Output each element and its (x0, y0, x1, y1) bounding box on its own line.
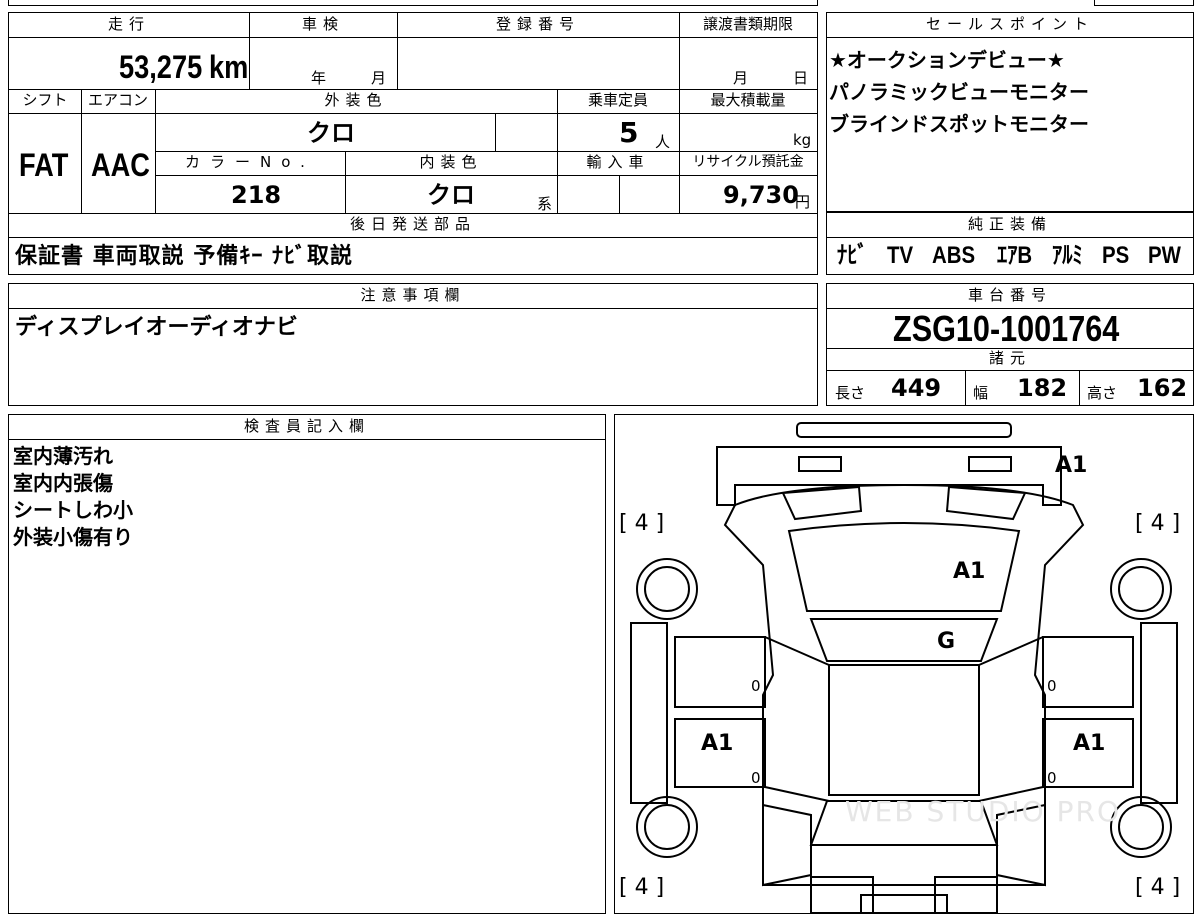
damage-mark-windshield: G (937, 629, 956, 654)
length-label: 長さ (835, 384, 866, 402)
shift-value: FAT (19, 147, 69, 183)
damage-mark-left-door: A1 (701, 731, 734, 756)
interior-color-value: クロ (427, 181, 475, 209)
interior-color-header: 内装色 (419, 153, 483, 171)
inspection-header: 車検 (301, 15, 344, 33)
shift-header: シフト (22, 91, 68, 109)
chassis-number: ZSG10-1001764 (893, 308, 1120, 349)
damage-diagram-box: [ 4 ] [ 4 ] [ 4 ] [ 4 ] A1 A1 G A1 A1 0 … (614, 414, 1194, 914)
sales-point-3: ブラインドスポットモニター (829, 112, 1089, 136)
capacity-value: 5 (619, 116, 639, 149)
sales-point-2: パノラミックビューモニター (829, 80, 1089, 104)
registration-header: 登録番号 (495, 15, 580, 33)
notes-box: 注意事項欄 ディスプレイオーディオナビ (8, 283, 818, 406)
equipment-item: TV (887, 242, 914, 269)
spec-header: 諸元 (988, 349, 1031, 367)
aircon-header: エアコン (87, 91, 148, 109)
aircon-value: AAC (91, 147, 150, 183)
sales-point-1: ★オークションデビュー★ (829, 48, 1065, 72)
interior-color-suffix: 系 (537, 195, 553, 213)
watermark: WEB STUDIO PRO (845, 795, 1121, 828)
length-value: 449 (891, 374, 942, 402)
later-parts-value: 保証書 車両取説 予備ｷｰ ﾅﾋﾞ取説 (15, 244, 353, 269)
mileage-header: 走行 (107, 15, 150, 33)
equipment-list: ﾅﾋﾞ TV ABS ｴｱB ｱﾙﾐ PS PW (837, 241, 1187, 271)
damage-mark-right-door: A1 (1073, 731, 1106, 756)
inspector-line-1: 室内薄汚れ (13, 444, 113, 468)
later-parts-header: 後日発送部品 (349, 215, 476, 233)
mileage-value: 53,275 (119, 49, 203, 85)
sales-points-box: セールスポイント ★オークションデビュー★ パノラミックビューモニター ブライン… (826, 12, 1194, 212)
color-no-value: 218 (231, 181, 282, 209)
equipment-item: ABS (931, 242, 975, 269)
height-label: 高さ (1087, 384, 1118, 402)
transfer-month-unit: 月 (733, 69, 749, 87)
equipment-header: 純正装備 (967, 215, 1052, 233)
chassis-box: 車台番号 ZSG10-1001764 諸元 長さ 449 幅 182 高さ 16… (826, 283, 1194, 406)
inspection-month-unit: 月 (371, 69, 387, 87)
tire-front-left: [ 4 ] (619, 511, 665, 536)
inspection-year-unit: 年 (311, 69, 327, 87)
transfer-day-unit: 日 (793, 69, 809, 87)
vehicle-info-table: 走行 車検 登録番号 譲渡書類期限 53,275 km 年 月 月 日 シフト … (8, 12, 818, 275)
damage-mark-front-bumper: A1 (1055, 453, 1088, 478)
sales-points-header: セールスポイント (925, 15, 1094, 33)
door-mark-right-front: 0 (1047, 677, 1057, 695)
max-load-header: 最大積載量 (710, 91, 786, 109)
capacity-unit: 人 (655, 133, 671, 151)
top-strip-right (1094, 0, 1194, 6)
recycle-fee-unit: 円 (795, 193, 811, 211)
color-no-header: カラーNo. (185, 153, 315, 171)
car-diagram (630, 422, 1178, 913)
chassis-header: 車台番号 (967, 286, 1052, 304)
capacity-header: 乗車定員 (587, 91, 648, 109)
transfer-deadline-header: 譲渡書類期限 (702, 15, 793, 33)
door-mark-left-rear: 0 (751, 769, 761, 787)
tire-front-right: [ 4 ] (1135, 511, 1181, 536)
inspector-line-4: 外装小傷有り (13, 525, 133, 549)
max-load-unit: kg (793, 131, 812, 149)
mileage-unit: km (209, 49, 249, 85)
recycle-fee-value: 9,730 (723, 181, 799, 209)
door-mark-left-front: 0 (751, 677, 761, 695)
notes-text: ディスプレイオーディオナビ (15, 315, 298, 340)
inspector-line-2: 室内内張傷 (13, 471, 113, 495)
equipment-item: PS (1102, 242, 1130, 269)
height-value: 162 (1137, 374, 1188, 402)
width-value: 182 (1017, 374, 1068, 402)
tire-rear-left: [ 4 ] (619, 875, 665, 900)
top-strip (8, 0, 818, 6)
equipment-box: 純正装備 ﾅﾋﾞ TV ABS ｴｱB ｱﾙﾐ PS PW (826, 212, 1194, 275)
equipment-item: ﾅﾋﾞ (837, 242, 868, 269)
equipment-item: ｴｱB (996, 242, 1032, 269)
damage-mark-hood: A1 (953, 559, 986, 584)
notes-header: 注意事項欄 (360, 286, 466, 304)
exterior-color-header: 外装色 (324, 91, 388, 109)
import-header: 輸入車 (586, 153, 650, 171)
inspector-line-3: シートしわ小 (13, 498, 133, 522)
door-mark-right-rear: 0 (1047, 769, 1057, 787)
recycle-header: リサイクル預託金 (692, 154, 804, 170)
equipment-item: ｱﾙﾐ (1052, 242, 1083, 269)
width-label: 幅 (973, 384, 989, 402)
tire-rear-right: [ 4 ] (1135, 875, 1181, 900)
equipment-item: PW (1148, 242, 1182, 269)
inspector-header: 検査員記入欄 (243, 417, 370, 435)
exterior-color-value: クロ (307, 119, 355, 147)
inspector-box: 検査員記入欄 室内薄汚れ 室内内張傷 シートしわ小 外装小傷有り (8, 414, 606, 914)
